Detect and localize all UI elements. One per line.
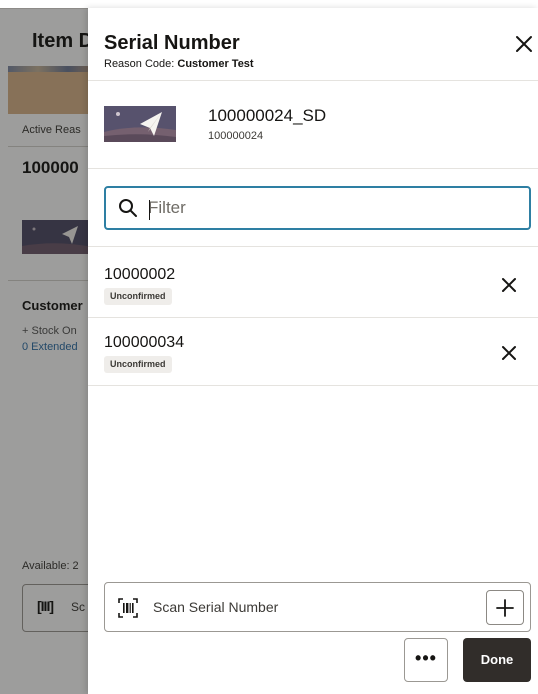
barcode-icon bbox=[118, 598, 138, 618]
product-thumbnail bbox=[104, 106, 176, 142]
add-serial-button[interactable] bbox=[486, 590, 524, 625]
status-badge: Unconfirmed bbox=[104, 288, 172, 305]
divider bbox=[88, 385, 538, 386]
product-name: 100000024_SD bbox=[208, 106, 327, 125]
serial-list-item: 100000034 Unconfirmed bbox=[88, 318, 538, 386]
close-button[interactable] bbox=[512, 32, 536, 56]
done-button[interactable]: Done bbox=[463, 638, 531, 682]
plus-icon bbox=[496, 599, 514, 617]
more-icon: ••• bbox=[415, 648, 437, 668]
close-icon bbox=[516, 36, 532, 52]
more-actions-button[interactable]: ••• bbox=[404, 638, 448, 682]
close-icon bbox=[502, 278, 516, 292]
reason-code-label: Reason Code: bbox=[104, 58, 175, 70]
remove-serial-button[interactable] bbox=[498, 274, 520, 296]
serial-list-item: 10000002 Unconfirmed bbox=[88, 250, 538, 318]
scan-serial-label: Scan Serial Number bbox=[153, 599, 279, 615]
text-caret bbox=[149, 200, 150, 220]
reason-code-value: Customer Test bbox=[177, 58, 254, 70]
serial-number-drawer: Serial Number Reason Code: Customer Test… bbox=[88, 8, 538, 694]
serial-number: 10000002 bbox=[104, 266, 176, 283]
search-icon bbox=[119, 199, 137, 217]
remove-serial-button[interactable] bbox=[498, 342, 520, 364]
scan-serial-field[interactable]: Scan Serial Number bbox=[104, 582, 531, 632]
filter-field[interactable] bbox=[104, 186, 531, 230]
close-icon bbox=[502, 346, 516, 360]
status-badge: Unconfirmed bbox=[104, 356, 172, 373]
divider bbox=[88, 246, 538, 247]
drawer-title: Serial Number bbox=[104, 32, 240, 54]
product-code: 100000024 bbox=[208, 130, 264, 142]
reason-code: Reason Code: Customer Test bbox=[104, 58, 254, 70]
filter-input[interactable] bbox=[148, 194, 518, 222]
serial-number: 100000034 bbox=[104, 334, 185, 351]
divider bbox=[88, 80, 538, 81]
divider bbox=[88, 168, 538, 169]
